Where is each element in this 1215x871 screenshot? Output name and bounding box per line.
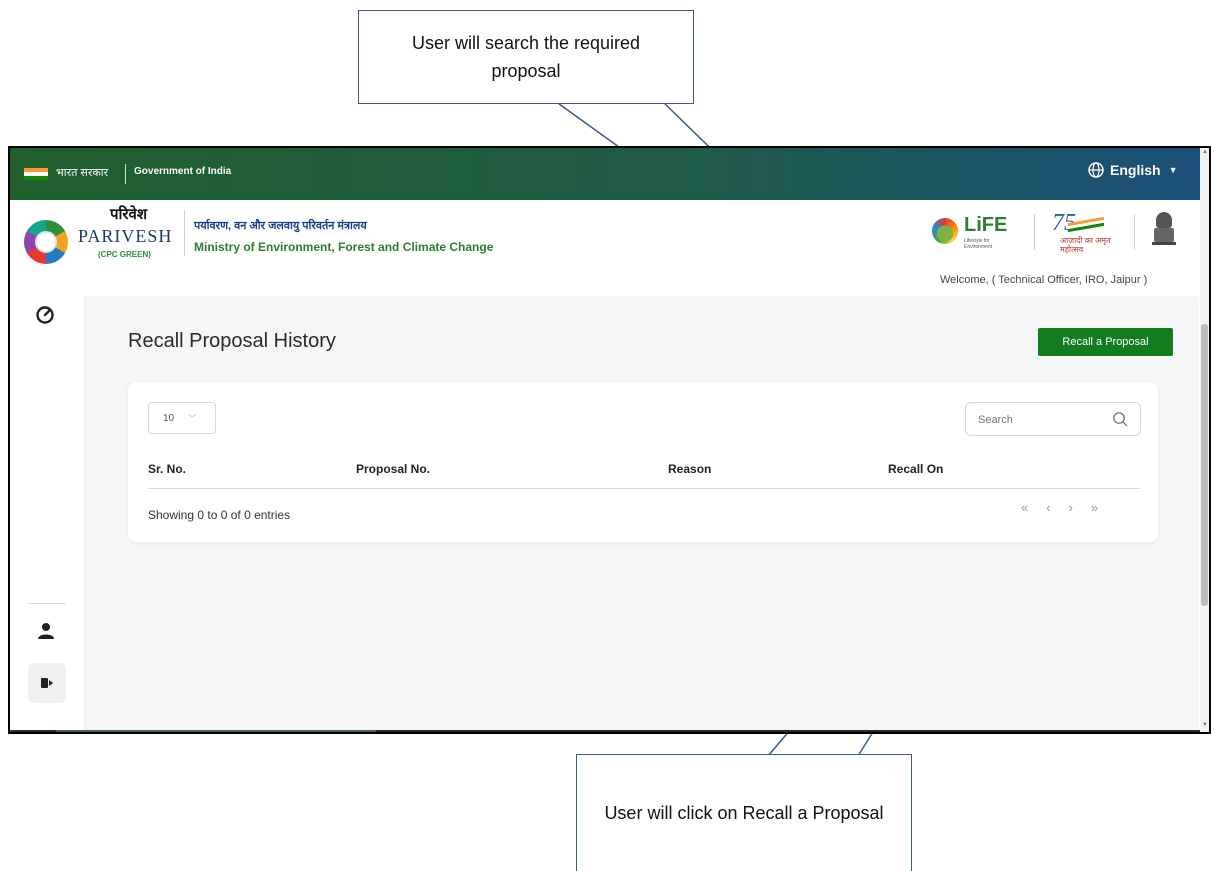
column-header-sr-no[interactable]: Sr. No. bbox=[148, 462, 186, 476]
ministry-hindi: पर्यावरण, वन और जलवायु परिवर्तन मंत्रालय bbox=[194, 220, 367, 232]
search-input[interactable] bbox=[976, 410, 1100, 430]
horizontal-scrollbar-thumb[interactable] bbox=[56, 730, 376, 732]
last-page-button[interactable]: » bbox=[1091, 500, 1098, 515]
parivesh-logo-icon[interactable] bbox=[24, 220, 68, 264]
logout-button[interactable] bbox=[28, 663, 66, 703]
scroll-down-arrow-icon[interactable]: ▼ bbox=[1202, 722, 1208, 728]
column-header-recall-on[interactable]: Recall On bbox=[888, 462, 943, 476]
main-content: Recall Proposal History Recall a Proposa… bbox=[85, 296, 1199, 732]
scrollbar-thumb[interactable] bbox=[1201, 324, 1208, 606]
gov-hindi-label: भारत सरकार bbox=[56, 167, 109, 179]
page-length-value: 10 bbox=[163, 412, 175, 424]
site-header: परिवेश PARIVESH (CPC GREEN) पर्यावरण, वन… bbox=[10, 200, 1200, 296]
language-label: English bbox=[1110, 162, 1161, 178]
logo-divider bbox=[1034, 214, 1035, 250]
previous-page-button[interactable]: ‹ bbox=[1046, 500, 1050, 515]
vertical-scrollbar[interactable]: ▲ ▼ bbox=[1200, 148, 1209, 732]
life-logo-sub: Lifestyle for Environment bbox=[964, 238, 993, 250]
pagination: « ‹ › » bbox=[1021, 500, 1098, 515]
caret-down-icon: ▼ bbox=[1168, 165, 1178, 175]
gov-top-bar: भारत सरकार Government of India English ▼ bbox=[10, 148, 1209, 200]
topbar-divider bbox=[125, 164, 126, 184]
brand-hindi: परिवेश bbox=[110, 206, 148, 223]
scroll-up-arrow-icon[interactable]: ▲ bbox=[1202, 149, 1208, 155]
azadi-amrit-mahotsav-logo: 75 आज़ादी का अमृत महोत्सव bbox=[1052, 210, 1116, 254]
horizontal-scrollbar[interactable] bbox=[10, 730, 1200, 732]
sidebar-divider bbox=[28, 603, 66, 604]
chevron-down-icon: ﹀ bbox=[188, 413, 197, 423]
table-info: Showing 0 to 0 of 0 entries bbox=[148, 508, 291, 522]
language-selector[interactable]: English ▼ bbox=[1088, 162, 1177, 178]
recall-history-table-card: 10 ﹀ Sr. No. Proposal No. Reason Recall … bbox=[128, 382, 1158, 542]
header-divider bbox=[184, 210, 185, 256]
globe-icon bbox=[1088, 162, 1104, 178]
search-instruction-text: User will search the required proposal bbox=[411, 33, 641, 81]
logout-icon bbox=[41, 678, 53, 688]
life-logo-text: LiFE bbox=[964, 214, 1008, 236]
recall-instruction-callout: User will click on Recall a Proposal bbox=[576, 754, 912, 871]
page-title: Recall Proposal History bbox=[128, 330, 336, 352]
page-length-select[interactable]: 10 ﹀ bbox=[148, 402, 216, 434]
amrit-sub: आज़ादी का अमृत महोत्सव bbox=[1060, 236, 1111, 254]
user-icon[interactable] bbox=[36, 621, 56, 641]
life-leaf-icon bbox=[932, 218, 958, 244]
column-header-proposal-no[interactable]: Proposal No. bbox=[356, 462, 430, 476]
search-icon[interactable] bbox=[1112, 411, 1128, 427]
brand-sub: (CPC GREEN) bbox=[98, 250, 151, 259]
life-logo: LiFE Lifestyle for Environment bbox=[930, 214, 1010, 254]
next-page-button[interactable]: › bbox=[1069, 500, 1073, 515]
gov-english-label: Government of India bbox=[134, 166, 232, 177]
recall-instruction-text: User will click on Recall a Proposal bbox=[604, 803, 884, 823]
national-emblem-icon bbox=[1152, 212, 1176, 250]
logo-divider bbox=[1134, 214, 1135, 250]
search-box[interactable] bbox=[965, 402, 1141, 436]
column-header-reason[interactable]: Reason bbox=[668, 462, 711, 476]
table-header-divider bbox=[148, 488, 1140, 489]
sidebar bbox=[10, 296, 85, 732]
search-instruction-callout: User will search the required proposal bbox=[358, 10, 694, 104]
india-flag-icon bbox=[24, 168, 48, 180]
dashboard-speedometer-icon[interactable] bbox=[36, 306, 54, 324]
brand-english: PARIVESH bbox=[78, 226, 173, 246]
recall-a-proposal-button[interactable]: Recall a Proposal bbox=[1038, 328, 1173, 356]
welcome-text: Welcome, ( Technical Officer, IRO, Jaipu… bbox=[940, 274, 1148, 286]
browser-screenshot-frame: भारत सरकार Government of India English ▼… bbox=[8, 146, 1211, 734]
ministry-english: Ministry of Environment, Forest and Clim… bbox=[194, 240, 494, 254]
first-page-button[interactable]: « bbox=[1021, 500, 1028, 515]
